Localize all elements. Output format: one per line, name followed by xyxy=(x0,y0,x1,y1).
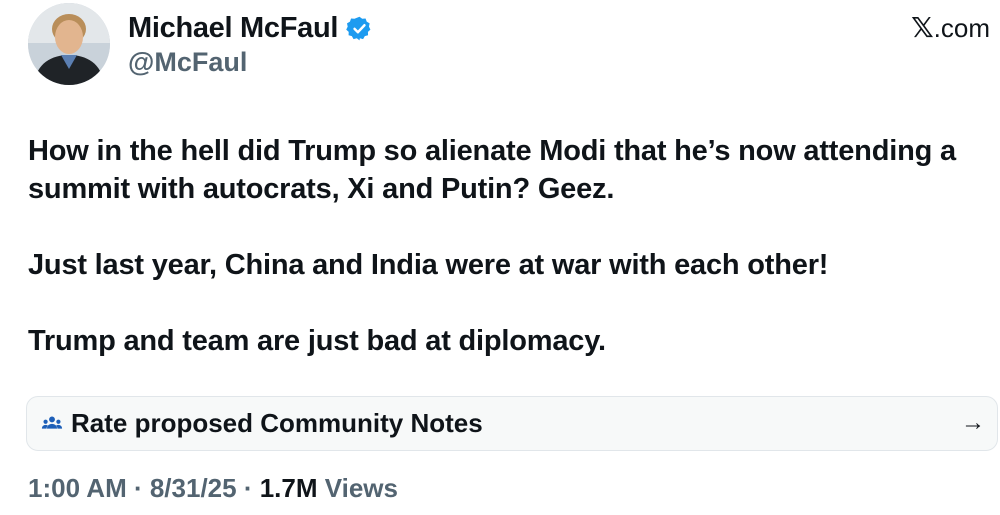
author-display-name[interactable]: Michael McFaul xyxy=(128,10,338,46)
meta-separator: · xyxy=(236,473,260,503)
avatar-image xyxy=(28,3,110,85)
avatar[interactable] xyxy=(28,3,110,85)
tweet-paragraph: Just last year, China and India were at … xyxy=(28,249,829,281)
community-notes-label: Rate proposed Community Notes xyxy=(71,408,483,438)
verified-badge-icon xyxy=(346,15,373,42)
meta-separator: · xyxy=(126,473,150,503)
brand-suffix: .com xyxy=(933,13,990,43)
tweet-paragraph: Trump and team are just bad at diplomacy… xyxy=(28,325,606,357)
author-name-row: Michael McFaul xyxy=(128,10,373,46)
views-count: 1.7M xyxy=(259,473,318,503)
brand-mark: 𝕏.com xyxy=(911,10,990,46)
tweet-time[interactable]: 1:00 AM xyxy=(28,473,127,503)
arrow-right-icon: → xyxy=(961,409,985,436)
author-handle[interactable]: @McFaul xyxy=(128,45,247,79)
people-icon xyxy=(41,413,63,435)
rate-community-notes-button[interactable]: Rate proposed Community Notes → xyxy=(26,396,998,451)
tweet-meta: 1:00 AM · 8/31/25 · 1.7M Views xyxy=(28,471,398,505)
tweet-text: How in the hell did Trump so alienate Mo… xyxy=(28,132,988,398)
tweet-date[interactable]: 8/31/25 xyxy=(150,473,237,503)
views-label: Views xyxy=(317,473,398,503)
tweet-paragraph: How in the hell did Trump so alienate Mo… xyxy=(28,135,956,205)
x-logo-icon: 𝕏 xyxy=(911,12,934,43)
